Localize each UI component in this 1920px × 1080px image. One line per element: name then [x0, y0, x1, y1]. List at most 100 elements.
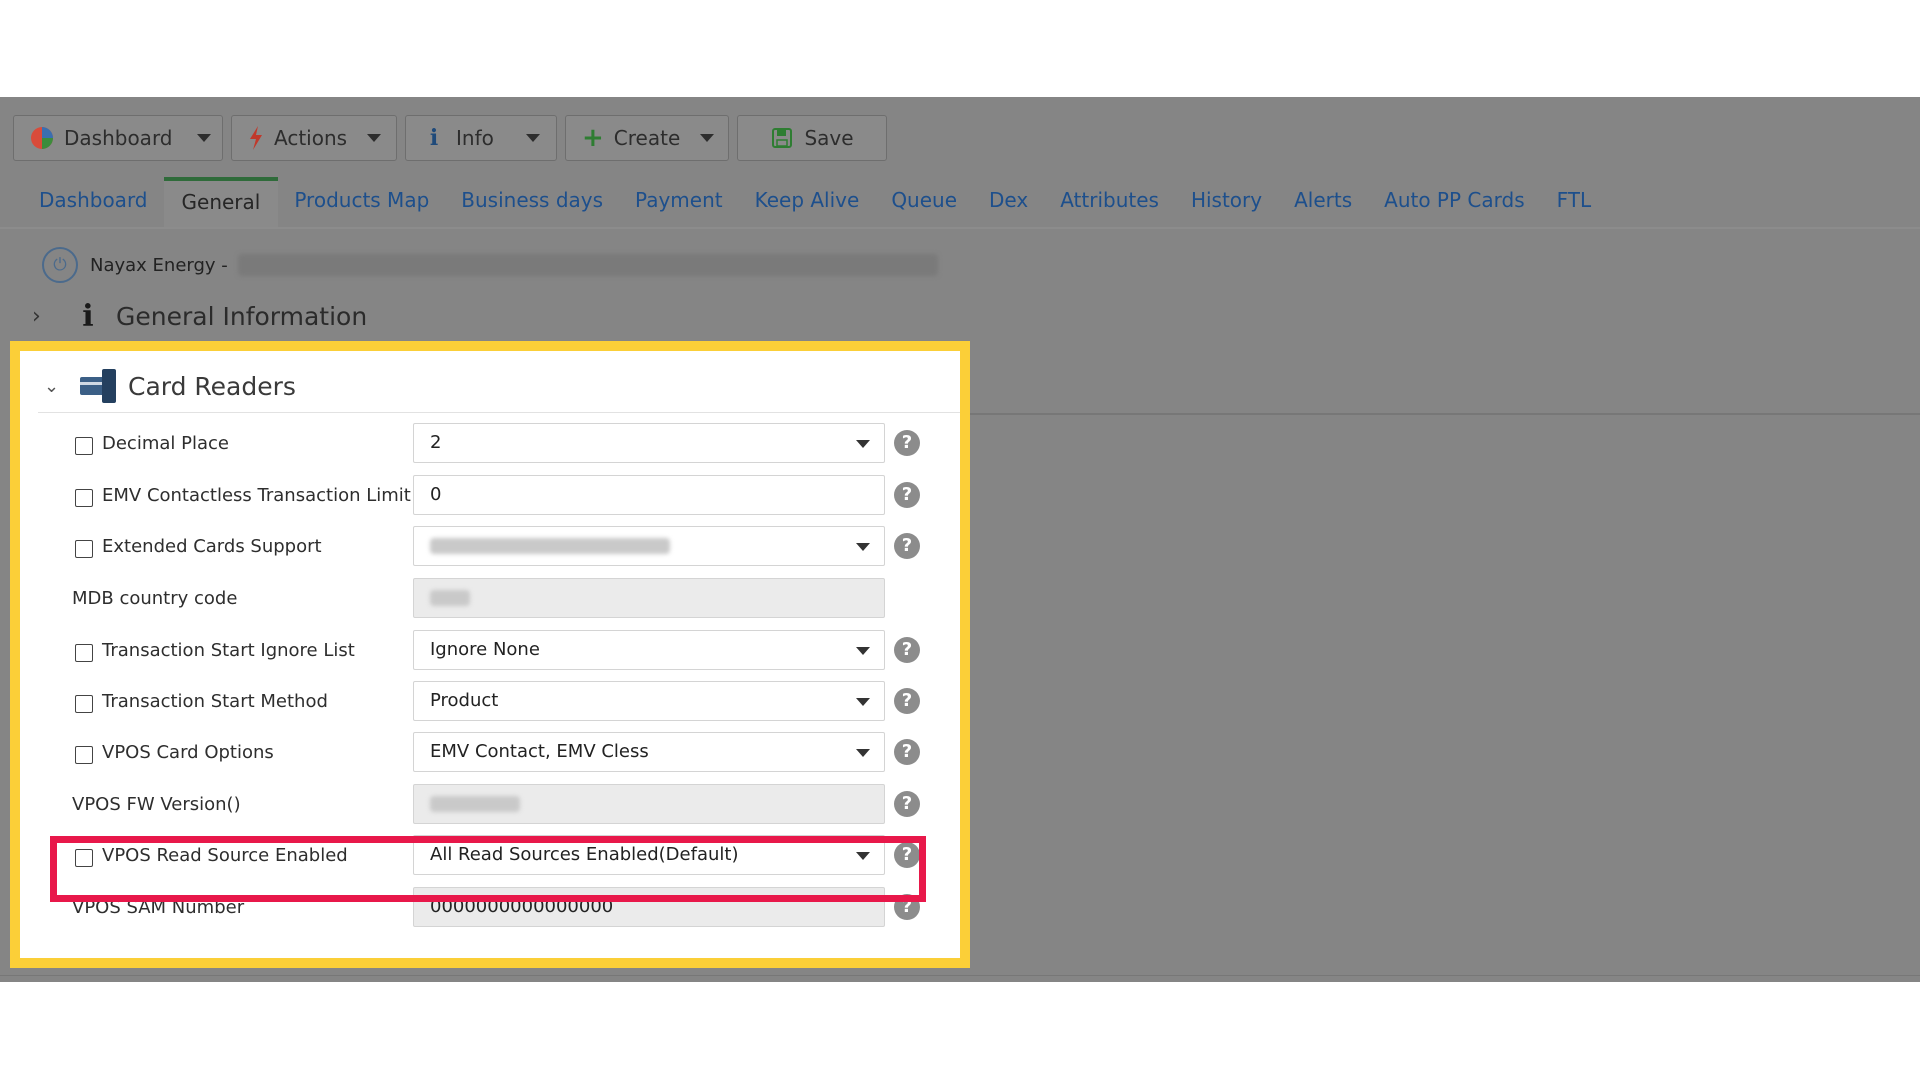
input-emv-contactless-transaction-limit[interactable]: 0: [413, 475, 885, 515]
field-value: 2: [430, 432, 442, 453]
field-label: MDB country code: [72, 588, 238, 609]
field-label: Transaction Start Method: [102, 691, 328, 712]
dashboard-button-label: Dashboard: [64, 126, 173, 150]
checkbox-vpos-card-options[interactable]: [75, 746, 93, 764]
dropdown-arrow-icon[interactable]: [856, 440, 870, 448]
dropdown-arrow-icon[interactable]: [856, 698, 870, 706]
field-value: Product: [430, 690, 499, 711]
select-extended-cards-support[interactable]: [413, 526, 885, 566]
tab-products-map[interactable]: Products Map: [278, 177, 445, 227]
input-mdb-country-code: [413, 578, 885, 618]
tab-auto-pp-cards[interactable]: Auto PP Cards: [1368, 177, 1540, 227]
dashboard-button[interactable]: Dashboard: [13, 115, 223, 161]
dropdown-arrow-icon[interactable]: [856, 543, 870, 551]
field-row-transaction-start-method: Transaction Start Method Product?: [20, 681, 960, 723]
plus-icon: +: [582, 123, 604, 153]
tab-alerts[interactable]: Alerts: [1278, 177, 1368, 227]
panel-divider: [38, 412, 960, 413]
tab-business-days[interactable]: Business days: [445, 177, 619, 227]
toolbar: Dashboard Actions i Info + Create Save: [13, 115, 895, 161]
field-value: 0: [430, 484, 442, 505]
info-button-label: Info: [456, 126, 494, 150]
actions-button-label: Actions: [274, 126, 348, 150]
help-icon[interactable]: ?: [894, 430, 920, 456]
field-row-emv-contactless-transaction-limit: EMV Contactless Transaction Limit 0?: [20, 475, 960, 517]
tab-keep-alive[interactable]: Keep Alive: [739, 177, 876, 227]
chevron-down-icon: [700, 134, 715, 142]
input-vpos-fw-version: [413, 784, 885, 824]
plug-icon: ⏻: [42, 247, 78, 283]
field-label: EMV Contactless Transaction Limit: [102, 485, 411, 506]
info-icon: i: [429, 125, 439, 151]
help-icon[interactable]: ?: [894, 791, 920, 817]
obscured-value: [430, 796, 520, 812]
actions-button[interactable]: Actions: [231, 115, 397, 161]
tab-ftl[interactable]: FTL: [1541, 177, 1608, 227]
tab-bar-divider: [0, 227, 1920, 229]
field-value: Ignore None: [430, 639, 540, 660]
breadcrumb-text: Nayax Energy -: [90, 254, 228, 276]
chevron-down-icon: [196, 134, 211, 142]
obscured-value: [430, 538, 670, 554]
help-icon[interactable]: ?: [894, 533, 920, 559]
dropdown-arrow-icon[interactable]: [856, 749, 870, 757]
chevron-right-icon: ›: [32, 303, 41, 329]
field-row-extended-cards-support: Extended Cards Support?: [20, 526, 960, 568]
create-button[interactable]: + Create: [565, 115, 729, 161]
chevron-down-icon: ⌄: [44, 375, 60, 397]
select-transaction-start-method[interactable]: Product: [413, 681, 885, 721]
field-value: EMV Contact, EMV Cless: [430, 741, 649, 762]
section-title: General Information: [116, 301, 368, 331]
card-reader-icon: [80, 369, 118, 403]
save-button-label: Save: [804, 126, 854, 150]
help-icon[interactable]: ?: [894, 688, 920, 714]
tab-attributes[interactable]: Attributes: [1044, 177, 1175, 227]
tab-bar: Dashboard General Products Map Business day…: [23, 177, 1607, 227]
field-row-vpos-card-options: VPOS Card Options EMV Contact, EMV Cless?: [20, 732, 960, 774]
general-information-section-header[interactable]: › i General Information: [32, 297, 367, 335]
field-row-decimal-place: Decimal Place 2?: [20, 423, 960, 465]
create-button-label: Create: [613, 126, 681, 150]
field-label: VPOS FW Version(): [72, 794, 241, 815]
help-icon[interactable]: ?: [894, 482, 920, 508]
checkbox-decimal-place[interactable]: [75, 437, 93, 455]
help-icon[interactable]: ?: [894, 739, 920, 765]
select-vpos-card-options[interactable]: EMV Contact, EMV Cless: [413, 732, 885, 772]
dropdown-arrow-icon[interactable]: [856, 647, 870, 655]
section-divider: [960, 413, 1920, 415]
checkbox-transaction-start-ignore-list[interactable]: [75, 644, 93, 662]
highlight-box: [50, 836, 926, 902]
breadcrumb: ⏻ Nayax Energy -: [42, 247, 938, 283]
tab-history[interactable]: History: [1175, 177, 1278, 227]
checkbox-transaction-start-method[interactable]: [75, 695, 93, 713]
breadcrumb-obscured-text: [237, 254, 938, 276]
obscured-value: [430, 590, 470, 606]
tab-payment[interactable]: Payment: [619, 177, 739, 227]
field-row-vpos-fw-version: VPOS FW Version()?: [20, 784, 960, 826]
content-bottom-border: [0, 975, 1920, 976]
select-transaction-start-ignore-list[interactable]: Ignore None: [413, 630, 885, 670]
field-label: VPOS Card Options: [102, 742, 274, 763]
card-readers-section-header[interactable]: ⌄ Card Readers: [20, 351, 960, 421]
floppy-disk-icon: [770, 126, 794, 150]
info-button[interactable]: i Info: [405, 115, 557, 161]
field-label: Transaction Start Ignore List: [102, 640, 355, 661]
section-title: Card Readers: [128, 371, 296, 401]
checkbox-emv-contactless-transaction-limit[interactable]: [75, 489, 93, 507]
field-row-mdb-country-code: MDB country code: [20, 578, 960, 620]
field-label: Extended Cards Support: [102, 536, 322, 557]
save-button[interactable]: Save: [737, 115, 887, 161]
help-icon[interactable]: ?: [894, 637, 920, 663]
chevron-down-icon: [367, 134, 382, 142]
tab-dex[interactable]: Dex: [973, 177, 1044, 227]
pie-chart-icon: [30, 126, 54, 150]
checkbox-extended-cards-support[interactable]: [75, 540, 93, 558]
info-icon: i: [82, 298, 94, 334]
tab-general[interactable]: General: [163, 177, 279, 227]
tab-queue[interactable]: Queue: [875, 177, 973, 227]
field-label: Decimal Place: [102, 433, 229, 454]
chevron-down-icon: [525, 134, 540, 142]
select-decimal-place[interactable]: 2: [413, 423, 885, 463]
tab-dashboard[interactable]: Dashboard: [23, 177, 164, 227]
lightning-icon: [248, 126, 264, 150]
